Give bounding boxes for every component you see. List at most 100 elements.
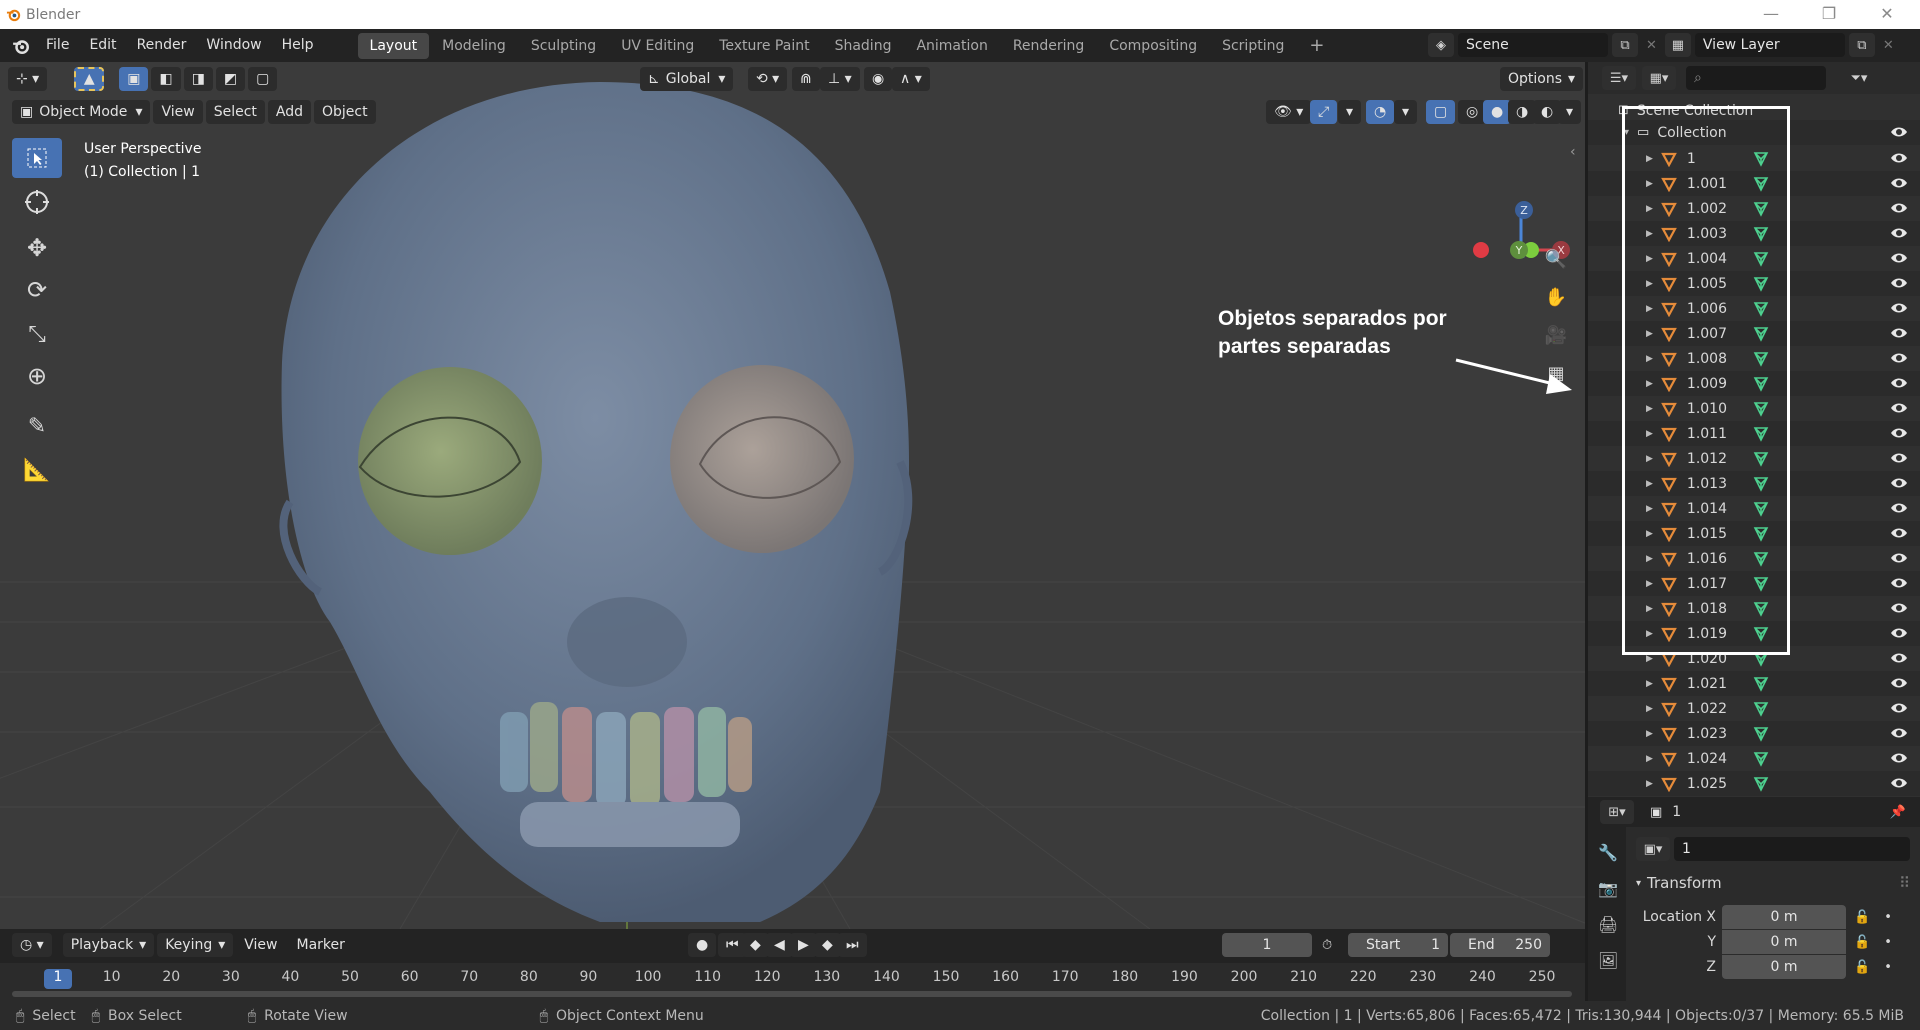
cursor-tool-icon[interactable] (12, 182, 62, 222)
visibility-eye-icon[interactable] (1890, 676, 1908, 690)
visibility-eye-icon[interactable] (1890, 151, 1908, 165)
visibility-eye-icon[interactable] (1890, 501, 1908, 515)
expand-arrow-icon[interactable]: ▶ (1646, 729, 1653, 739)
visibility-eye-icon[interactable] (1890, 426, 1908, 440)
blender-menu-icon[interactable] (12, 37, 30, 55)
transform-orientation-dropdown[interactable]: ⊾ Global ▾ (640, 67, 734, 91)
record-icon[interactable]: ● (688, 933, 717, 957)
visibility-eye-icon[interactable] (1890, 125, 1908, 139)
maximize-icon[interactable]: ❐ (1814, 4, 1844, 23)
viewport-menu-object[interactable]: Object (314, 100, 376, 124)
mesh-data-icon[interactable] (1753, 751, 1769, 767)
location-z-field[interactable]: 0 m (1722, 955, 1846, 979)
drag-handle-icon[interactable]: ⠿ (1899, 874, 1910, 892)
keyframe-y-icon[interactable]: • (1884, 935, 1892, 950)
view-layer-icon[interactable]: ▦ (1664, 33, 1691, 57)
outliner-object-row[interactable]: ▶ 1.025 (1588, 771, 1920, 796)
delete-scene-icon[interactable]: ✕ (1646, 38, 1657, 53)
snap-toggle-icon[interactable]: ⋒ (792, 67, 820, 91)
play-icon[interactable]: ▶ (790, 933, 817, 957)
timeline-menu-marker[interactable]: Marker (289, 933, 353, 957)
timeline-editor-type-icon[interactable]: ◷ ▾ (12, 933, 52, 957)
keyframe-x-icon[interactable]: • (1884, 910, 1892, 925)
visibility-eye-icon[interactable] (1890, 751, 1908, 765)
view-layer-tab-icon[interactable]: 🖼 (1598, 943, 1626, 979)
rendered-shading-icon[interactable]: ◐ (1533, 100, 1562, 124)
visibility-eye-icon[interactable] (1890, 651, 1908, 665)
outliner-object-row[interactable]: ▶ 1.022 (1588, 696, 1920, 721)
location-y-field[interactable]: 0 m (1722, 930, 1846, 954)
pin-icon[interactable]: 📌 (1890, 805, 1906, 820)
transform-panel-header[interactable]: ▾ Transform ⠿ (1636, 871, 1910, 895)
visibility-eye-icon[interactable] (1890, 276, 1908, 290)
visibility-eye-icon[interactable] (1890, 401, 1908, 415)
object-name-field[interactable]: 1 (1674, 837, 1910, 861)
select-tool-icon[interactable]: ▲ (74, 67, 105, 91)
visibility-eye-icon[interactable] (1890, 576, 1908, 590)
lock-x-icon[interactable]: 🔓 (1854, 910, 1870, 925)
menu-edit[interactable]: Edit (79, 29, 126, 62)
falloff-icon[interactable]: ∧ ▾ (892, 67, 930, 91)
pan-hand-icon[interactable]: ✋ (1539, 280, 1573, 314)
3d-viewport[interactable]: ⊹ ▾ ▲ ▣ ◧ ◨ ◩ ▢ ⊾ Global ▾ ⟲ ▾ ⋒ ⊥ ▾ ◉ ∧ ▾… (0, 62, 1585, 929)
pivot-point-icon[interactable]: ⟲ ▾ (748, 67, 788, 91)
new-scene-icon[interactable]: ⧉ (1612, 33, 1638, 57)
select-mode-extend-icon[interactable]: ◧ (151, 67, 181, 91)
material-shading-icon[interactable]: ◑ (1508, 100, 1537, 124)
select-mode-intersect-icon[interactable]: ▢ (248, 67, 278, 91)
tab-shading[interactable]: Shading (823, 33, 904, 59)
menu-file[interactable]: File (36, 29, 79, 62)
mode-dropdown[interactable]: ▣ Object Mode ▾ (12, 100, 151, 124)
minimize-icon[interactable]: — (1756, 4, 1786, 23)
expand-arrow-icon[interactable]: ▶ (1646, 654, 1653, 664)
menu-help[interactable]: Help (272, 29, 324, 62)
editor-type-icon[interactable]: ⊹ ▾ (8, 67, 48, 91)
shading-dropdown-icon[interactable]: ▾ (1558, 100, 1582, 124)
visibility-eye-icon[interactable] (1890, 376, 1908, 390)
visibility-eye-icon[interactable] (1890, 601, 1908, 615)
select-mode-subtract-icon[interactable]: ◨ (183, 67, 213, 91)
timeline-menu-playback[interactable]: Playback ▾ (62, 933, 155, 957)
lock-y-icon[interactable]: 🔓 (1854, 935, 1870, 950)
viewport-menu-select[interactable]: Select (205, 100, 265, 124)
tab-sculpting[interactable]: Sculpting (519, 33, 608, 59)
tab-rendering[interactable]: Rendering (1001, 33, 1097, 59)
mesh-data-icon[interactable] (1753, 701, 1769, 717)
overlays-toggle-icon[interactable]: ◔ (1366, 100, 1395, 124)
visibility-eye-icon[interactable] (1890, 551, 1908, 565)
expand-arrow-icon[interactable]: ▶ (1646, 779, 1653, 789)
add-workspace-button[interactable]: + (1297, 33, 1336, 59)
proportional-edit-icon[interactable]: ◉ (864, 67, 893, 91)
outliner-object-row[interactable]: ▶ 1.023 (1588, 721, 1920, 746)
mesh-data-icon[interactable] (1753, 776, 1769, 792)
scene-name-field[interactable]: Scene (1458, 33, 1608, 57)
start-frame-field[interactable]: Start 1 (1348, 933, 1448, 957)
zoom-icon[interactable]: 🔍 (1539, 242, 1573, 276)
measure-tool-icon[interactable]: 📐 (12, 450, 62, 490)
preview-range-icon[interactable]: ⏱ (1322, 938, 1332, 953)
snap-target-icon[interactable]: ⊥ ▾ (820, 67, 860, 91)
timeline-menu-view[interactable]: View (236, 933, 285, 957)
scale-tool-icon[interactable]: ⤡ (12, 314, 62, 354)
visibility-eye-icon[interactable] (1890, 451, 1908, 465)
properties-editor-type-icon[interactable]: ⊞▾ (1600, 800, 1634, 824)
tab-animation[interactable]: Animation (904, 33, 999, 59)
visibility-eye-icon[interactable] (1890, 326, 1908, 340)
mesh-data-icon[interactable] (1753, 726, 1769, 742)
tab-modeling[interactable]: Modeling (430, 33, 518, 59)
viewport-menu-view[interactable]: View (153, 100, 203, 124)
gizmo-toggle-icon[interactable]: ⤢ (1310, 100, 1338, 124)
overlays-dropdown-icon[interactable]: ▾ (1394, 100, 1418, 124)
expand-arrow-icon[interactable]: ▶ (1646, 679, 1653, 689)
outliner-editor-type-icon[interactable]: ☰▾ (1602, 66, 1636, 90)
visibility-eye-icon[interactable] (1890, 301, 1908, 315)
visibility-eye-icon[interactable] (1890, 701, 1908, 715)
select-box-tool-icon[interactable] (12, 138, 62, 178)
keyframe-z-icon[interactable]: • (1884, 960, 1892, 975)
visibility-eye-icon[interactable] (1890, 726, 1908, 740)
select-mode-new-icon[interactable]: ▣ (119, 67, 149, 91)
gizmo-dropdown-icon[interactable]: ▾ (1338, 100, 1362, 124)
visibility-eye-icon[interactable] (1890, 626, 1908, 640)
tab-layout[interactable]: Layout (357, 32, 430, 59)
visibility-eye-icon[interactable] (1890, 476, 1908, 490)
